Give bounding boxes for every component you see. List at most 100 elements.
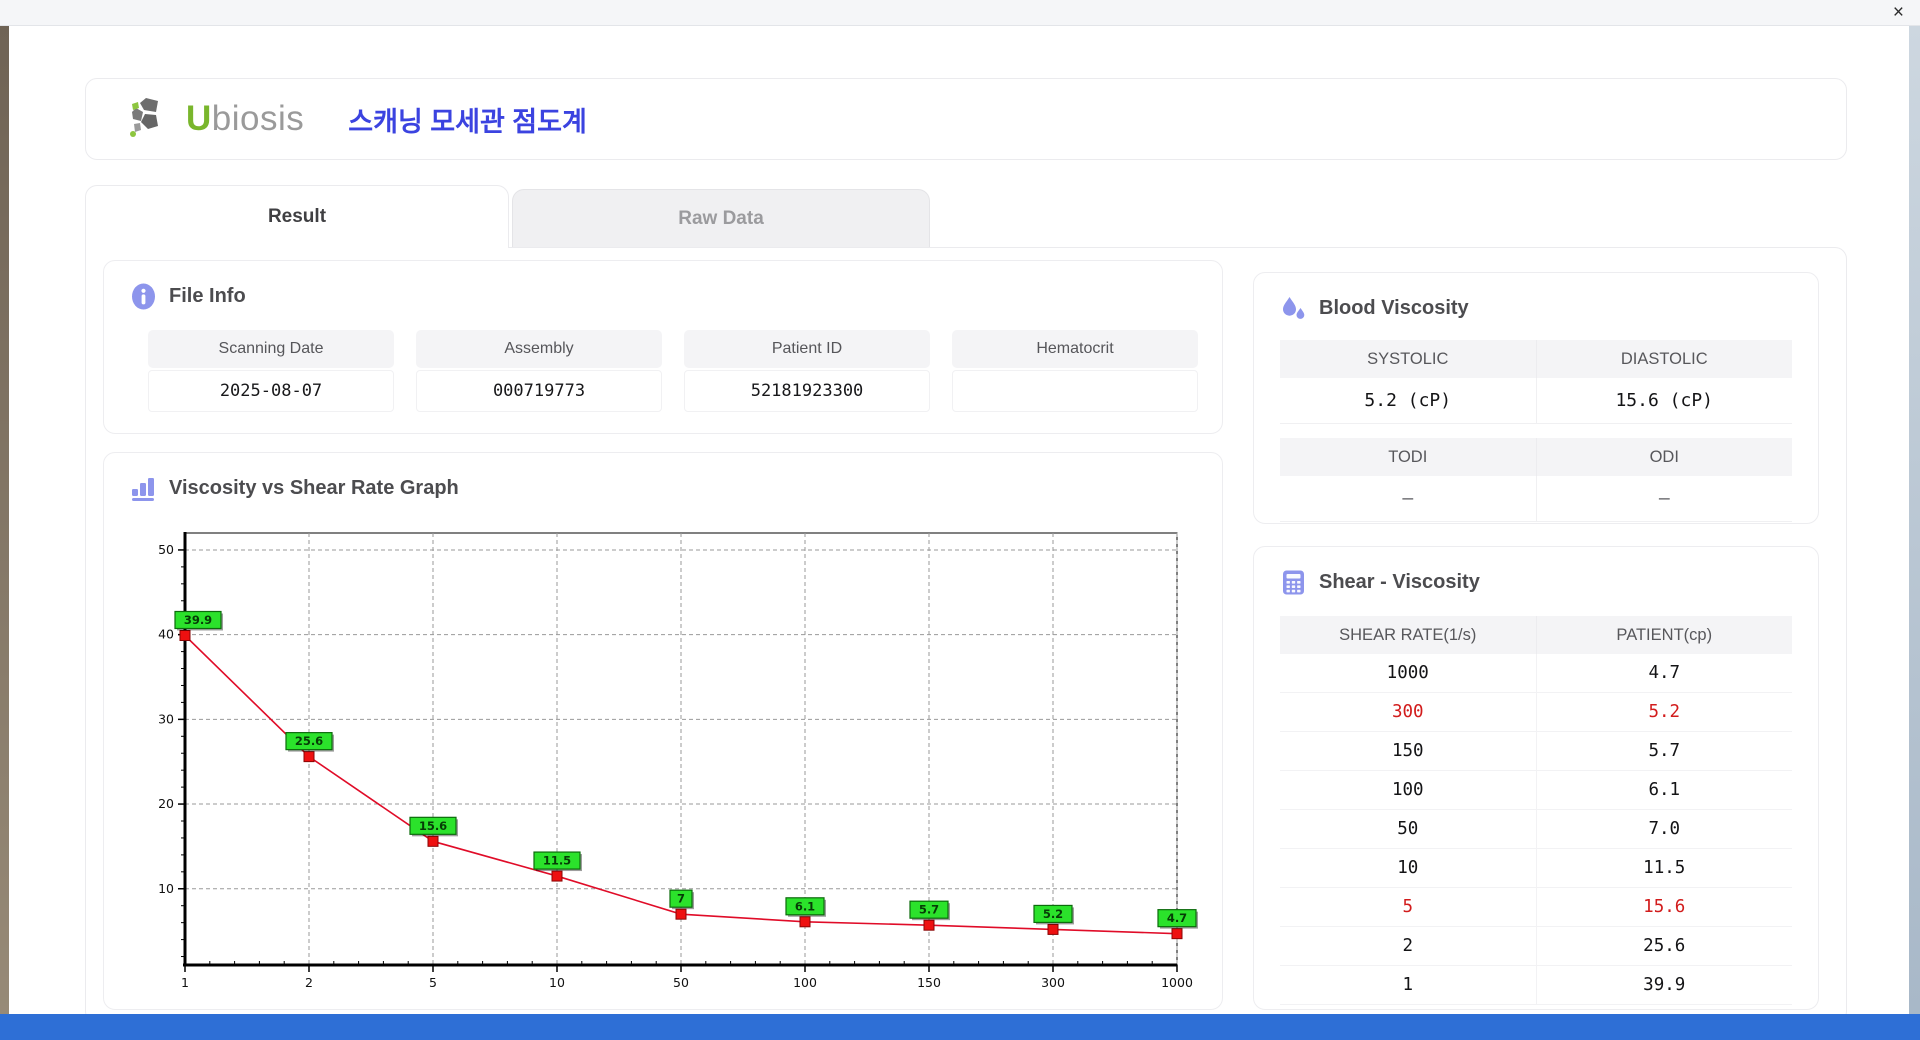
table-row: 300 5.2 (1280, 693, 1792, 732)
svg-text:10: 10 (549, 975, 565, 990)
tab-raw-data[interactable]: Raw Data (512, 189, 930, 248)
svg-text:7: 7 (677, 892, 685, 906)
svg-text:100: 100 (793, 975, 817, 990)
desktop-background-left (0, 26, 9, 1014)
desktop-background-right (1909, 26, 1920, 1014)
bv-value-cell: – (1280, 476, 1536, 522)
ubiosis-logo-icon (130, 98, 158, 137)
bv-value-cell: – (1535, 476, 1792, 522)
svg-text:10: 10 (158, 881, 174, 896)
bv-value-row: 5.2 (cP) 15.6 (cP) (1280, 378, 1792, 424)
svg-text:4.7: 4.7 (1167, 911, 1187, 925)
tab-result[interactable]: Result (85, 185, 509, 248)
svg-text:5.7: 5.7 (919, 903, 939, 917)
bv-header-cell: DIASTOLIC (1535, 340, 1792, 378)
svg-text:50: 50 (673, 975, 689, 990)
patient-cell: 11.5 (1535, 849, 1793, 887)
svg-text:150: 150 (917, 975, 941, 990)
file-field: Assembly 000719773 (416, 330, 662, 412)
table-row: 1 39.9 (1280, 966, 1792, 1005)
file-field: Patient ID 52181923300 (684, 330, 930, 412)
shear-rate-cell: 5 (1402, 897, 1414, 917)
page-title: 스캐닝 모세관 점도계 (348, 106, 587, 137)
svg-text:1: 1 (181, 975, 189, 990)
svg-text:25.6: 25.6 (295, 734, 323, 748)
calculator-icon (1283, 570, 1304, 595)
file-info-title: File Info (169, 285, 246, 307)
svg-text:39.9: 39.9 (184, 613, 212, 627)
patient-cell: 6.1 (1535, 771, 1793, 809)
svg-text:50: 50 (158, 542, 174, 557)
col-patient: PATIENT(cp) (1535, 616, 1792, 654)
patient-cell: 4.7 (1535, 654, 1793, 692)
bv-header-cell: ODI (1535, 438, 1792, 476)
table-row: 150 5.7 (1280, 732, 1792, 771)
shear-viscosity-title: Shear - Viscosity (1319, 571, 1480, 593)
file-field-value: 000719773 (416, 370, 662, 412)
shear-rate-cell: 1 (1402, 975, 1414, 995)
info-icon (132, 283, 155, 310)
svg-text:300: 300 (1041, 975, 1065, 990)
svg-text:20: 20 (158, 796, 174, 811)
patient-cell: 5.7 (1535, 732, 1793, 770)
table-row: 10 11.5 (1280, 849, 1792, 888)
shear-viscosity-card: Shear - Viscosity SHEAR RATE(1/s) PATIEN… (1253, 546, 1819, 1010)
shear-rate-cell: 10 (1397, 858, 1419, 878)
bv-gap (1280, 424, 1792, 438)
file-info-card: File Info Scanning Date 2025-08-07 Assembl… (103, 260, 1223, 434)
patient-cell: 7.0 (1535, 810, 1793, 848)
file-field: Scanning Date 2025-08-07 (148, 330, 394, 412)
file-field-value: 52181923300 (684, 370, 930, 412)
droplets-icon (1283, 297, 1305, 319)
close-icon[interactable]: × (1893, 1, 1904, 25)
bv-header-cell: SYSTOLIC (1280, 340, 1536, 378)
shear-viscosity-table: SHEAR RATE(1/s) PATIENT(cp) 1000 4.7 300 5.… (1280, 616, 1792, 1005)
svg-text:6.1: 6.1 (795, 899, 815, 913)
bar-chart-icon (132, 478, 154, 501)
svg-text:40: 40 (158, 627, 174, 642)
patient-cell: 25.6 (1535, 927, 1793, 965)
bv-value-cell: 15.6 (cP) (1535, 378, 1792, 424)
viscosity-chart: 10 20 30 40 50 1 2 5 10 50 100 150 300 1000 39.9 25.6 15… (128, 509, 1208, 1010)
svg-text:11.5: 11.5 (543, 854, 571, 868)
bv-value-cell: 5.2 (cP) (1280, 378, 1536, 424)
window-titlebar: × (0, 0, 1920, 26)
blood-viscosity-title: Blood Viscosity (1319, 297, 1469, 319)
shear-rate-cell: 150 (1391, 741, 1424, 761)
bv-header-row: TODI ODI (1280, 438, 1792, 476)
table-row: 1000 4.7 (1280, 654, 1792, 693)
graph-title: Viscosity vs Shear Rate Graph (169, 477, 459, 499)
file-field-label: Assembly (416, 330, 662, 368)
svg-text:15.6: 15.6 (419, 819, 447, 833)
svg-text:5.2: 5.2 (1043, 907, 1063, 921)
svg-text:1000: 1000 (1161, 975, 1193, 990)
file-field-value: 2025-08-07 (148, 370, 394, 412)
viscosity-chart-svg: 10 20 30 40 50 1 2 5 10 50 100 150 300 1000 39.9 25.6 15… (158, 532, 1198, 990)
table-row: 50 7.0 (1280, 810, 1792, 849)
taskbar (0, 1014, 1920, 1040)
svg-text:30: 30 (158, 711, 174, 726)
file-field: Hematocrit (952, 330, 1198, 412)
table-row: 100 6.1 (1280, 771, 1792, 810)
shear-table-body: 1000 4.7 300 5.2 150 5.7 100 6.1 50 7.0 10 11.5 5 15.… (1280, 654, 1792, 1005)
svg-text:2: 2 (305, 975, 313, 990)
bv-header-row: SYSTOLIC DIASTOLIC (1280, 340, 1792, 378)
shear-table-header: SHEAR RATE(1/s) PATIENT(cp) (1280, 616, 1792, 654)
blood-viscosity-card: Blood Viscosity SYSTOLIC DIASTOLIC 5.2 (cP… (1253, 272, 1819, 524)
table-row: 2 25.6 (1280, 927, 1792, 966)
shear-rate-cell: 50 (1397, 819, 1419, 839)
bv-header-cell: TODI (1280, 438, 1536, 476)
col-shear-rate: SHEAR RATE(1/s) (1280, 616, 1536, 654)
graph-card: Viscosity vs Shear Rate Graph 10 20 30 40 50… (103, 452, 1223, 1010)
app-header: Ubiosis 스캐닝 모세관 점도계 (85, 78, 1847, 160)
patient-cell: 15.6 (1535, 888, 1793, 926)
shear-rate-cell: 100 (1391, 780, 1424, 800)
file-field-label: Patient ID (684, 330, 930, 368)
patient-cell: 39.9 (1535, 966, 1793, 1004)
svg-text:5: 5 (429, 975, 437, 990)
shear-rate-cell: 1000 (1386, 663, 1429, 683)
patient-cell: 5.2 (1535, 693, 1793, 731)
table-row: 5 15.6 (1280, 888, 1792, 927)
file-field-label: Scanning Date (148, 330, 394, 368)
shear-rate-cell: 300 (1391, 702, 1424, 722)
